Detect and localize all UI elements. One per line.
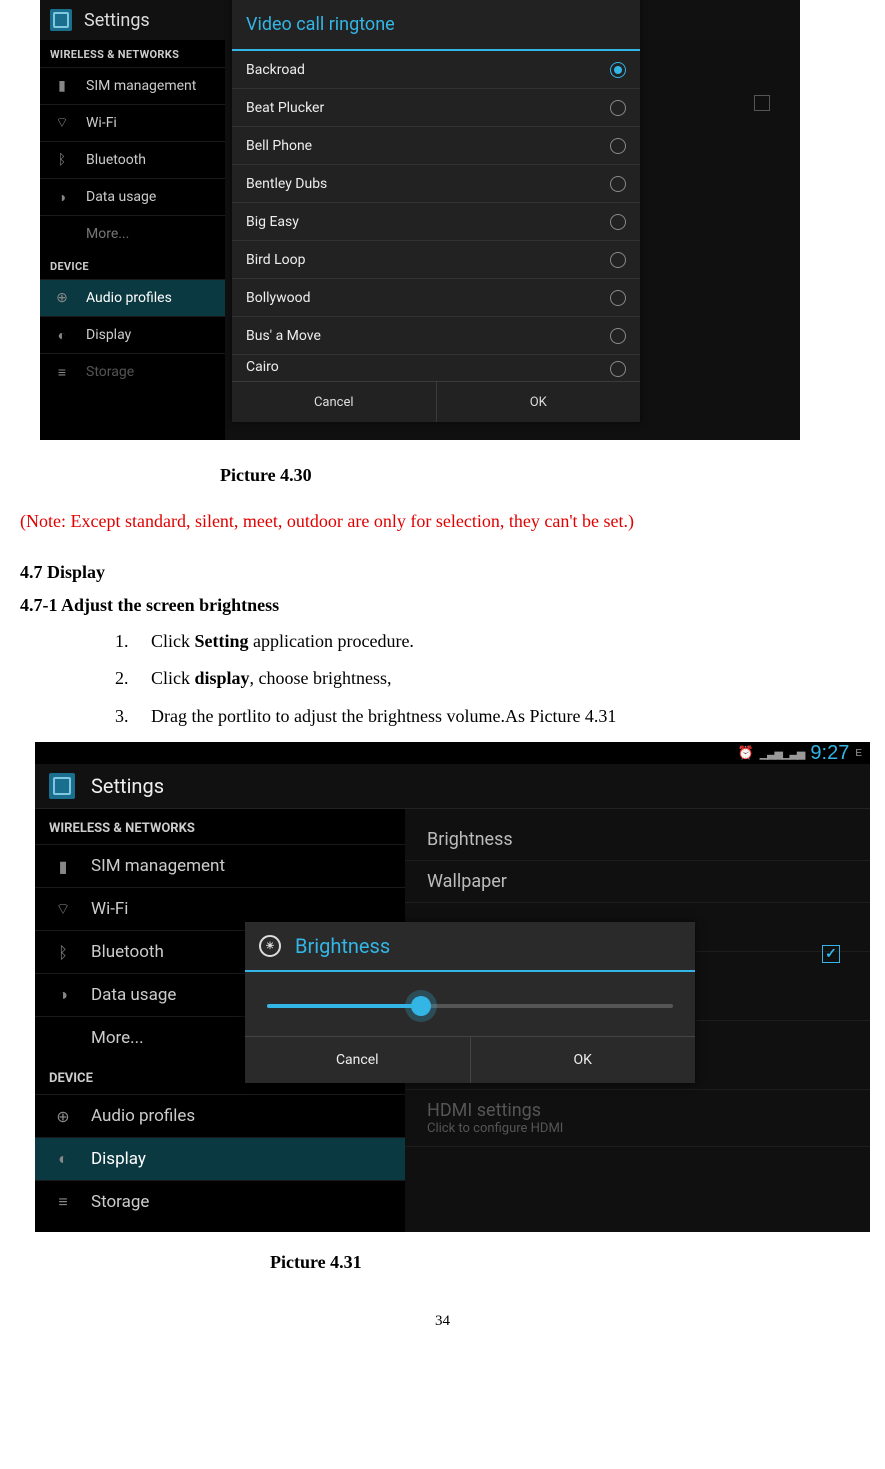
ringtone-option-bird-loop[interactable]: Bird Loop — [232, 241, 640, 279]
sidebar-item-storage[interactable]: ≡Storage — [40, 353, 225, 390]
radio-icon — [610, 100, 626, 116]
storage-icon: ≡ — [54, 364, 70, 380]
steps-list: 1.Click Setting application procedure. 2… — [115, 630, 865, 728]
figure-4-31: ⏰ ▁▃▅▁▃▅ 9:27 E Settings WIRELESS & NETW… — [35, 742, 870, 1232]
section-wireless: WIRELESS & NETWORKS — [40, 40, 225, 67]
note-text: (Note: Except standard, silent, meet, ou… — [20, 511, 865, 532]
checkbox[interactable] — [754, 95, 770, 111]
bluetooth-icon: ᛒ — [53, 942, 73, 962]
sidebar-item-sim[interactable]: ▮SIM management — [40, 67, 225, 104]
wifi-icon: ⌔ — [53, 899, 73, 919]
settings-titlebar: Settings — [35, 764, 870, 809]
section-wireless: WIRELESS & NETWORKS — [35, 809, 405, 844]
sidebar-item-wifi[interactable]: ⌔Wi-Fi — [40, 104, 225, 141]
signal-bars-icon: ▁▃▅▁▃▅ — [760, 747, 805, 760]
radio-icon — [610, 290, 626, 306]
radio-icon — [610, 214, 626, 230]
cancel-button[interactable]: Cancel — [245, 1037, 471, 1083]
radio-selected-icon — [610, 62, 626, 78]
audio-profiles-icon: ⊕ — [54, 290, 70, 306]
clock-text: 9:27 — [810, 742, 849, 765]
sidebar-item-bluetooth[interactable]: ᛒBluetooth — [40, 141, 225, 178]
figure-4-30: Settings WIRELESS & NETWORKS ▮SIM manage… — [40, 0, 800, 440]
slider-fill — [267, 1004, 421, 1008]
data-usage-icon: ◑ — [54, 189, 70, 205]
app-title: Settings — [91, 774, 164, 798]
bluetooth-icon: ᛒ — [54, 152, 70, 168]
sidebar-item-audio-profiles[interactable]: ⊕Audio profiles — [40, 279, 225, 316]
radio-icon — [610, 252, 626, 268]
sidebar-item-display[interactable]: ◐Display — [35, 1137, 405, 1180]
ringtone-option-bus-a-move[interactable]: Bus' a Move — [232, 317, 640, 355]
ok-button[interactable]: OK — [437, 382, 641, 422]
radio-icon — [610, 176, 626, 192]
dialog-buttons: Cancel OK — [232, 381, 640, 422]
settings-sidebar: WIRELESS & NETWORKS ▮SIM management ⌔Wi-… — [40, 40, 225, 440]
display-icon: ◐ — [53, 1149, 73, 1169]
ringtone-option-bell-phone[interactable]: Bell Phone — [232, 127, 640, 165]
status-bar: ⏰ ▁▃▅▁▃▅ 9:27 E — [35, 742, 870, 764]
dialog-buttons: Cancel OK — [245, 1036, 695, 1083]
blank-icon — [53, 1028, 73, 1048]
ringtone-option-beat-plucker[interactable]: Beat Plucker — [232, 89, 640, 127]
radio-icon — [610, 361, 626, 377]
ringtone-option-bentley-dubs[interactable]: Bentley Dubs — [232, 165, 640, 203]
brightness-slider[interactable] — [267, 1004, 673, 1008]
ringtone-option-cairo[interactable]: Cairo — [232, 355, 640, 381]
ringtone-option-big-easy[interactable]: Big Easy — [232, 203, 640, 241]
section-device: DEVICE — [40, 252, 225, 279]
setting-hdmi[interactable]: HDMI settings Click to configure HDMI — [405, 1090, 870, 1147]
caption-4-31: Picture 4.31 — [270, 1252, 865, 1273]
sidebar-item-display[interactable]: ◐Display — [40, 316, 225, 353]
brightness-icon: ☀ — [259, 935, 281, 957]
checkbox-checked[interactable]: ✓ — [822, 945, 840, 963]
radio-icon — [610, 328, 626, 344]
setting-wallpaper[interactable]: Wallpaper — [405, 861, 870, 903]
step-3: 3.Drag the portlito to adjust the bright… — [115, 705, 865, 728]
data-usage-icon: ◑ — [53, 985, 73, 1005]
ringtone-option-bollywood[interactable]: Bollywood — [232, 279, 640, 317]
setting-brightness[interactable]: Brightness — [405, 819, 870, 861]
dialog-title: Video call ringtone — [232, 0, 640, 51]
sim-icon: ▮ — [53, 856, 73, 876]
sidebar-item-audio-profiles[interactable]: ⊕Audio profiles — [35, 1094, 405, 1137]
heading-4-7: 4.7 Display — [20, 562, 865, 583]
app-title: Settings — [84, 10, 150, 31]
settings-icon — [50, 9, 72, 31]
display-icon: ◐ — [54, 327, 70, 343]
dialog-title: ☀ Brightness — [245, 922, 695, 972]
sidebar-item-more[interactable]: More... — [40, 215, 225, 252]
ringtone-dialog: Video call ringtone Backroad Beat Plucke… — [232, 0, 640, 422]
signal-edge-icon: E — [855, 748, 862, 759]
caption-4-30: Picture 4.30 — [220, 465, 865, 486]
slider-container — [245, 972, 695, 1036]
heading-4-7-1: 4.7-1 Adjust the screen brightness — [20, 595, 865, 616]
audio-profiles-icon: ⊕ — [53, 1106, 73, 1126]
radio-icon — [610, 138, 626, 154]
cancel-button[interactable]: Cancel — [232, 382, 437, 422]
page-number: 34 — [20, 1313, 865, 1330]
sim-icon: ▮ — [54, 78, 70, 94]
ringtone-option-backroad[interactable]: Backroad — [232, 51, 640, 89]
step-2: 2.Click display, choose brightness, — [115, 667, 865, 690]
slider-thumb[interactable] — [411, 996, 431, 1016]
brightness-dialog: ☀ Brightness Cancel OK — [245, 922, 695, 1083]
ok-button[interactable]: OK — [471, 1037, 696, 1083]
wifi-icon: ⌔ — [54, 115, 70, 131]
settings-icon — [49, 773, 75, 799]
sidebar-item-sim[interactable]: ▮SIM management — [35, 844, 405, 887]
alarm-icon: ⏰ — [737, 745, 753, 761]
storage-icon: ≡ — [53, 1192, 73, 1212]
step-1: 1.Click Setting application procedure. — [115, 630, 865, 653]
sidebar-item-data-usage[interactable]: ◑Data usage — [40, 178, 225, 215]
sidebar-item-storage[interactable]: ≡Storage — [35, 1180, 405, 1223]
blank-icon — [54, 226, 70, 242]
